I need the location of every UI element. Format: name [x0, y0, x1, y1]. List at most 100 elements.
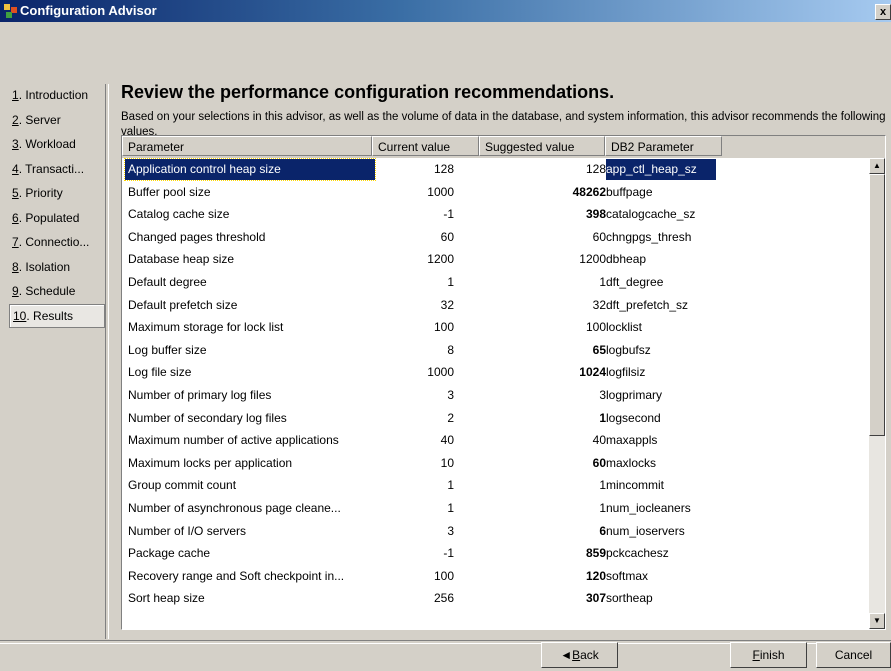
table-row[interactable]: Package cache -1 859 pckcachesz	[122, 542, 871, 565]
db2-parameter-cell: catalogcache_sz	[606, 207, 696, 222]
table-row[interactable]: Changed pages threshold 60 60 chngpgs_thres…	[122, 226, 871, 249]
suggested-value-cell: 3	[599, 388, 606, 402]
suggested-value-cell: 859	[585, 546, 606, 561]
parameter-cell: Maximum locks per application	[128, 455, 293, 470]
db2-parameter-cell: softmax	[606, 568, 649, 583]
suggested-value-cell: 128	[585, 162, 606, 176]
suggested-value-cell: 6	[599, 523, 606, 538]
current-value-cell: 128	[433, 162, 454, 176]
db2-parameter-cell: sortheap	[606, 591, 653, 606]
table-row[interactable]: Maximum locks per application 10 60 maxlock…	[122, 452, 871, 475]
current-value-cell: 1000	[427, 365, 454, 380]
table-row[interactable]: Number of primary log files 3 3 logprimary	[122, 384, 871, 407]
wizard-step-5[interactable]: 5. Priority	[9, 181, 105, 206]
parameter-cell: Log file size	[128, 365, 192, 380]
table-body: Application control heap size 128 128 app_c…	[122, 158, 871, 629]
db2-parameter-cell: maxappls	[606, 433, 658, 448]
finish-button[interactable]: Finish	[730, 642, 807, 668]
table-row[interactable]: Maximum storage for lock list 100 100 lockl…	[122, 316, 871, 339]
current-value-cell: 1000	[427, 184, 454, 199]
table-row[interactable]: Default degree 1 1 dft_degree	[122, 271, 871, 294]
wizard-step-3[interactable]: 3. Workload	[9, 132, 105, 157]
parameter-cell: Default prefetch size	[128, 297, 238, 312]
current-value-cell: 32	[440, 297, 454, 312]
current-value-cell: 100	[433, 320, 454, 335]
vertical-scrollbar[interactable]: ▲ ▼	[869, 158, 885, 629]
suggested-value-cell: 65	[592, 342, 606, 357]
suggested-value-cell: 1	[599, 410, 606, 425]
table-row[interactable]: Application control heap size 128 128 app_c…	[122, 158, 871, 181]
suggested-value-cell: 48262	[572, 184, 606, 199]
current-value-cell: 1	[447, 478, 454, 493]
db2-parameter-cell: logbufsz	[606, 342, 651, 357]
suggested-value-cell: 1024	[579, 365, 606, 380]
table-row[interactable]: Number of I/O servers 3 6 num_ioservers	[122, 520, 871, 543]
parameter-cell: Changed pages threshold	[128, 229, 266, 244]
column-header-parameter[interactable]: Parameter	[122, 136, 372, 156]
wizard-step-8[interactable]: 8. Isolation	[9, 255, 105, 280]
wizard-step-1[interactable]: 1. Introduction	[9, 83, 105, 108]
nav-divider	[105, 84, 109, 639]
toolbar-strip	[0, 22, 891, 44]
parameter-cell: Maximum number of active applications	[128, 433, 339, 448]
db2-parameter-cell: logfilsiz	[606, 365, 646, 380]
db2-parameter-cell: app_ctl_heap_sz	[606, 159, 716, 180]
scroll-down-arrow-icon[interactable]: ▼	[869, 613, 885, 629]
column-header-db2-parameter[interactable]: DB2 Parameter	[605, 136, 722, 156]
window-title: Configuration Advisor	[20, 3, 157, 18]
back-button[interactable]: ◄Back	[541, 642, 618, 668]
suggested-value-cell: 307	[585, 591, 606, 606]
table-row[interactable]: Maximum number of active applications 40 4…	[122, 429, 871, 452]
column-header-suggested-value[interactable]: Suggested value	[479, 136, 605, 156]
column-header-current-value[interactable]: Current value	[372, 136, 479, 156]
current-value-cell: 2	[447, 410, 454, 425]
scroll-up-arrow-icon[interactable]: ▲	[869, 158, 885, 174]
parameter-cell: Database heap size	[128, 252, 235, 267]
table-row[interactable]: Buffer pool size 1000 48262 buffpage	[122, 181, 871, 204]
table-header: Parameter Current value Suggested value …	[122, 136, 885, 158]
close-icon[interactable]: x	[875, 4, 891, 20]
parameter-cell: Application control heap size	[124, 158, 376, 181]
back-arrow-icon: ◄	[560, 648, 573, 662]
suggested-value-cell: 398	[585, 207, 606, 222]
parameter-cell: Maximum storage for lock list	[128, 320, 284, 335]
table-row[interactable]: Database heap size 1200 1200 dbheap	[122, 248, 871, 271]
scroll-thumb[interactable]	[869, 174, 885, 436]
table-row[interactable]: Catalog cache size -1 398 catalogcache_sz	[122, 203, 871, 226]
table-row[interactable]: Number of asynchronous page cleane... 1 1 n…	[122, 497, 871, 520]
db2-parameter-cell: buffpage	[606, 184, 653, 199]
table-row[interactable]: Log buffer size 8 65 logbufsz	[122, 339, 871, 362]
current-value-cell: 100	[433, 568, 454, 583]
wizard-step-6[interactable]: 6. Populated	[9, 206, 105, 231]
table-row[interactable]: Number of secondary log files 2 1 logsecond	[122, 407, 871, 430]
wizard-step-7[interactable]: 7. Connectio...	[9, 230, 105, 255]
title-bar: Configuration Advisor x	[0, 0, 891, 22]
parameter-cell: Package cache	[128, 546, 211, 561]
db2-parameter-cell: num_iocleaners	[606, 501, 691, 515]
parameter-cell: Number of asynchronous page cleane...	[128, 501, 341, 515]
suggested-value-cell: 32	[592, 297, 606, 312]
parameter-cell: Group commit count	[128, 478, 237, 493]
db2-parameter-cell: pckcachesz	[606, 546, 669, 561]
suggested-value-cell: 60	[592, 229, 606, 244]
table-row[interactable]: Log file size 1000 1024 logfilsiz	[122, 361, 871, 384]
wizard-step-4[interactable]: 4. Transacti...	[9, 157, 105, 182]
wizard-step-10[interactable]: 10. Results	[9, 303, 105, 328]
db2-parameter-cell: dft_prefetch_sz	[606, 297, 689, 312]
parameter-cell: Default degree	[128, 275, 207, 289]
current-value-cell: 3	[447, 388, 454, 402]
suggested-value-cell: 1200	[579, 252, 606, 267]
table-row[interactable]: Sort heap size 256 307 sortheap	[122, 587, 871, 610]
db2-parameter-cell: locklist	[606, 320, 643, 335]
parameter-cell: Log buffer size	[128, 342, 207, 357]
table-row[interactable]: Default prefetch size 32 32 dft_prefetch_sz	[122, 294, 871, 317]
current-value-cell: 8	[447, 342, 454, 357]
wizard-step-2[interactable]: 2. Server	[9, 108, 105, 133]
wizard-step-9[interactable]: 9. Schedule	[9, 279, 105, 304]
table-row[interactable]: Group commit count 1 1 mincommit	[122, 474, 871, 497]
suggested-value-cell: 120	[585, 568, 606, 583]
app-icon	[4, 4, 17, 18]
table-row[interactable]: Recovery range and Soft checkpoint in...…	[122, 565, 871, 588]
db2-parameter-cell: dbheap	[606, 252, 647, 267]
cancel-button[interactable]: Cancel	[816, 642, 891, 668]
